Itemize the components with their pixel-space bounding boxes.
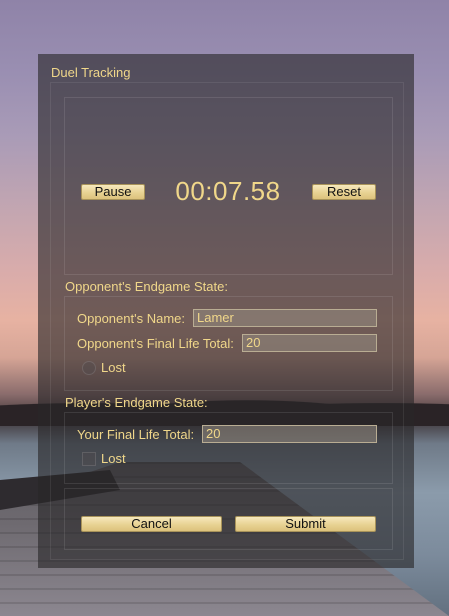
opponent-life-input[interactable]: 20 (242, 334, 377, 352)
opponent-section-title: Opponent's Endgame State: (65, 279, 228, 294)
cancel-button[interactable]: Cancel (81, 516, 222, 532)
duel-tracking-dialog: Duel Tracking Pause 00:07.58 Reset Oppon… (38, 54, 414, 568)
player-life-label: Your Final Life Total: (77, 427, 195, 442)
player-life-input[interactable]: 20 (202, 425, 377, 443)
opponent-lost-radio[interactable] (82, 361, 96, 375)
player-lost-label: Lost (101, 451, 126, 466)
opponent-life-label: Opponent's Final Life Total: (77, 336, 234, 351)
opponent-lost-label: Lost (101, 360, 126, 375)
submit-button[interactable]: Submit (235, 516, 376, 532)
timer-display: 00:07.58 (175, 176, 281, 206)
player-section-title: Player's Endgame State: (65, 395, 208, 410)
reset-button[interactable]: Reset (312, 184, 376, 200)
dialog-title: Duel Tracking (51, 65, 131, 80)
player-lost-checkbox[interactable] (82, 452, 96, 466)
pause-button[interactable]: Pause (81, 184, 145, 200)
player-group (64, 412, 393, 484)
opponent-name-input[interactable]: Lamer (193, 309, 377, 327)
opponent-name-label: Opponent's Name: (77, 311, 185, 326)
